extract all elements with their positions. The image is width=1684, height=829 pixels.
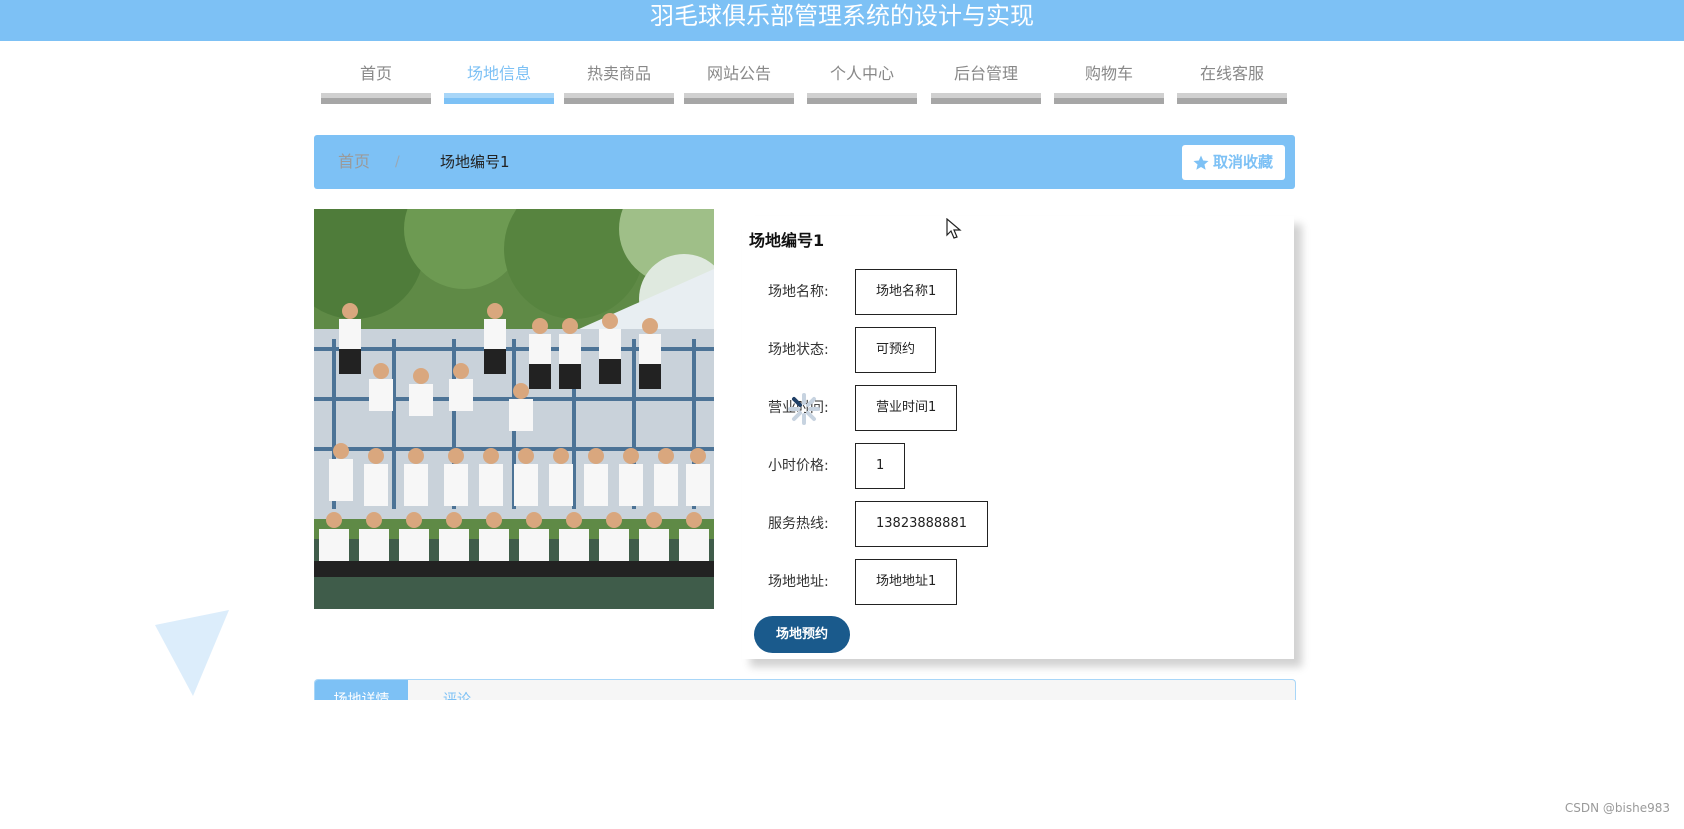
field-label: 小时价格: bbox=[768, 458, 829, 474]
nav-underline bbox=[321, 93, 431, 104]
watermark: CSDN @bishe983 bbox=[1564, 801, 1670, 815]
field-value: 可预约 bbox=[855, 327, 937, 373]
loading-spinner-icon bbox=[787, 392, 821, 430]
field-label: 场地地址: bbox=[768, 574, 829, 590]
nav-underline bbox=[444, 93, 554, 104]
nav-item-personal-center[interactable]: 个人中心 bbox=[807, 60, 917, 104]
field-value: 1 bbox=[855, 443, 906, 489]
app-header: 羽毛球俱乐部管理系统的设计与实现 bbox=[0, 0, 1684, 41]
nav-item-label: 在线客服 bbox=[1199, 64, 1264, 83]
field-value: 场地地址1 bbox=[855, 559, 958, 605]
unfavorite-button[interactable]: 取消收藏 bbox=[1181, 145, 1285, 180]
breadcrumb: 首页 / 场地编号1 取消收藏 bbox=[314, 135, 1295, 189]
nav-item-label: 场地信息 bbox=[466, 64, 531, 83]
field-label: 场地名称: bbox=[768, 284, 829, 300]
detail-tabs: 场地详情 评论 bbox=[314, 679, 1296, 700]
nav-underline bbox=[564, 93, 674, 104]
unfavorite-label: 取消收藏 bbox=[1212, 153, 1273, 171]
nav-underline bbox=[807, 93, 917, 104]
breadcrumb-home-link[interactable]: 首页 bbox=[338, 135, 370, 189]
nav-underline bbox=[1177, 93, 1287, 104]
nav-item-label: 个人中心 bbox=[829, 64, 894, 83]
breadcrumb-current: 场地编号1 bbox=[440, 153, 510, 171]
nav-item-venue-info[interactable]: 场地信息 bbox=[444, 60, 554, 104]
field-label: 服务热线: bbox=[768, 516, 829, 532]
reserve-venue-button[interactable]: 场地预约 bbox=[754, 616, 850, 653]
nav-item-home[interactable]: 首页 bbox=[321, 60, 431, 104]
nav-item-label: 首页 bbox=[359, 64, 392, 83]
field-value: 13823888881 bbox=[855, 501, 988, 547]
nav-underline bbox=[931, 93, 1041, 104]
tab-comments[interactable]: 评论 bbox=[443, 680, 471, 700]
tab-venue-details[interactable]: 场地详情 bbox=[315, 680, 408, 700]
app-title: 羽毛球俱乐部管理系统的设计与实现 bbox=[650, 2, 1034, 30]
nav-item-admin[interactable]: 后台管理 bbox=[931, 60, 1041, 104]
nav-underline bbox=[1054, 93, 1164, 104]
star-icon bbox=[1193, 155, 1209, 170]
nav-underline bbox=[684, 93, 794, 104]
venue-photo bbox=[314, 209, 714, 609]
nav-item-label: 热卖商品 bbox=[586, 64, 651, 83]
field-label: 场地状态: bbox=[768, 342, 829, 358]
nav-item-label: 后台管理 bbox=[953, 64, 1018, 83]
field-value: 场地名称1 bbox=[855, 269, 958, 315]
nav-item-cart[interactable]: 购物车 bbox=[1054, 60, 1164, 104]
mouse-pointer-icon bbox=[946, 217, 962, 244]
nav-item-hot-products[interactable]: 热卖商品 bbox=[564, 60, 674, 104]
nav-item-announcements[interactable]: 网站公告 bbox=[684, 60, 794, 104]
field-value: 营业时间1 bbox=[855, 385, 958, 431]
nav-item-online-service[interactable]: 在线客服 bbox=[1177, 60, 1287, 104]
nav-item-label: 购物车 bbox=[1084, 64, 1133, 83]
nav-item-label: 网站公告 bbox=[706, 64, 771, 83]
decorative-triangle bbox=[155, 610, 231, 700]
venue-title: 场地编号1 bbox=[749, 231, 825, 250]
breadcrumb-separator: / bbox=[395, 154, 400, 170]
venue-info-panel: 场地编号1 场地名称: 场地名称1 场地状态: 可预约 营业时间: 营业时间1 … bbox=[742, 216, 1294, 659]
